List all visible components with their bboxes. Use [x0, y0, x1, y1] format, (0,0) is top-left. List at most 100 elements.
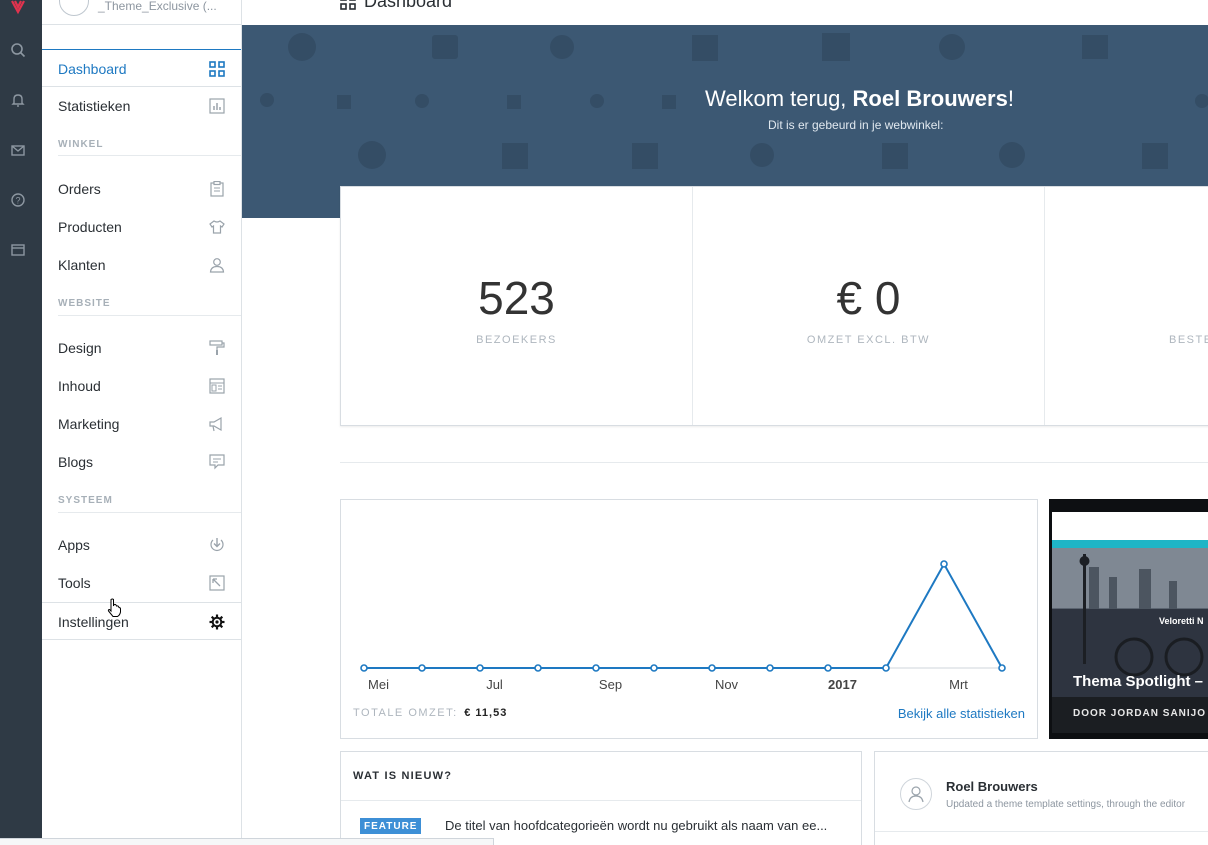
comment-icon	[209, 454, 225, 470]
total-revenue-value: € 11,53	[464, 707, 508, 719]
stat-label: BEZOEKERS	[476, 334, 557, 346]
search-icon[interactable]	[0, 38, 36, 62]
grid-icon	[209, 61, 225, 77]
bell-icon[interactable]	[0, 88, 36, 112]
spotlight-author: DOOR JORDAN SANIJO	[1073, 708, 1207, 719]
theme-preview-caption: Veloretti N	[1159, 616, 1204, 626]
sidebar-item-label: Marketing	[58, 416, 120, 432]
chart-point[interactable]	[824, 664, 832, 672]
sidebar-item-label: Dashboard	[58, 61, 127, 77]
window-icon[interactable]	[0, 238, 36, 262]
sidebar-item-blogs[interactable]: Blogs	[42, 443, 241, 481]
sidebar-item-tools[interactable]: Tools	[42, 564, 241, 602]
stat-revenue[interactable]: € 0 OMZET EXCL. BTW	[693, 187, 1045, 425]
chart-point[interactable]	[882, 664, 890, 672]
megaphone-icon	[209, 416, 222, 432]
stat-label: OMZET EXCL. BTW	[806, 334, 931, 346]
x-tick-label: Nov	[715, 677, 739, 692]
hand-cursor-icon	[106, 598, 122, 623]
x-tick-label: Jul	[486, 677, 503, 692]
view-statistics-link[interactable]: Bekijk alle statistieken	[898, 706, 1025, 721]
sidebar-item-statistieken[interactable]: Statistieken	[42, 87, 241, 125]
revenue-chart-card: Mei Jul Sep Nov 2017 Mrt TOTALE OMZET: € 11,5…	[340, 499, 1038, 739]
total-revenue: TOTALE OMZET: € 11,53	[353, 707, 507, 719]
page-title: Dashboard	[340, 0, 452, 12]
sidebar-item-label: Statistieken	[58, 98, 131, 114]
chart-point[interactable]	[360, 664, 368, 672]
sidebar-item-label: Orders	[58, 181, 101, 197]
sidebar-item-label: Tools	[58, 575, 91, 591]
feature-badge: FEATURE	[360, 818, 422, 834]
stat-label: BESTE	[1169, 334, 1208, 346]
spotlight-title: Thema Spotlight – E	[1073, 673, 1208, 690]
section-label-winkel: WINKEL	[58, 139, 104, 150]
sidebar-item-marketing[interactable]: Marketing	[42, 405, 241, 443]
user-name: Roel Brouwers	[852, 86, 1008, 111]
mail-icon[interactable]	[0, 138, 36, 162]
whats-new-card: WAT IS NIEUW? FEATURE De titel van hoofd…	[340, 751, 862, 845]
expand-icon	[209, 575, 225, 591]
revenue-chart: Mei Jul Sep Nov 2017 Mrt	[360, 560, 1006, 692]
welcome-exclaim: !	[1007, 86, 1014, 111]
stat-value: 523	[478, 272, 555, 324]
section-divider	[875, 831, 1208, 832]
sidebar-item-dashboard[interactable]: Dashboard	[42, 49, 241, 87]
account-switcher[interactable]: _Theme_Exclusive (...	[42, 0, 242, 25]
grid-icon	[340, 0, 356, 11]
download-circle-icon	[210, 538, 224, 551]
theme-spotlight-card[interactable]: Veloretti N Thema Spotlight – E DOOR JOR…	[1049, 499, 1208, 739]
chart-point[interactable]	[766, 664, 774, 672]
user-icon	[908, 786, 924, 803]
chart-point[interactable]	[650, 664, 658, 672]
section-divider	[58, 155, 241, 156]
account-name: _Theme_Exclusive (...	[98, 0, 217, 13]
chart-point[interactable]	[940, 560, 948, 568]
sidebar-item-klanten[interactable]: Klanten	[42, 246, 241, 284]
sidebar-item-orders[interactable]: Orders	[42, 170, 241, 208]
sidebar-item-label: Inhoud	[58, 378, 101, 394]
activity-user-name[interactable]: Roel Brouwers	[946, 779, 1038, 794]
logo-icon[interactable]	[0, 0, 36, 18]
chart-point[interactable]	[476, 664, 484, 672]
section-label-website: WEBSITE	[58, 298, 111, 309]
news-item-title[interactable]: De titel van hoofdcategorieën wordt nu g…	[445, 818, 827, 833]
chart-point[interactable]	[708, 664, 716, 672]
help-icon[interactable]: ?	[0, 188, 36, 212]
welcome-subtitle: Dit is er gebeurd in je webwinkel:	[768, 118, 944, 132]
welcome-greeting: Welkom terug,	[705, 86, 853, 111]
whats-new-heading: WAT IS NIEUW?	[353, 770, 453, 782]
sidebar-item-label: Producten	[58, 219, 122, 235]
sidebar-item-label: Klanten	[58, 257, 106, 273]
section-divider	[58, 512, 241, 513]
x-tick-label: 2017	[828, 677, 857, 692]
sidebar-item-instellingen[interactable]: Instellingen	[42, 602, 241, 640]
welcome-heading: Welkom terug, Roel Brouwers!	[705, 86, 1014, 112]
layout-icon	[209, 378, 225, 394]
sidebar-item-apps[interactable]: Apps	[42, 526, 241, 564]
chart-point[interactable]	[592, 664, 600, 672]
sidebar-item-label: Apps	[58, 537, 90, 553]
chart-point[interactable]	[418, 664, 426, 672]
section-divider	[58, 315, 241, 316]
x-tick-label: Mrt	[949, 677, 968, 692]
gear-icon	[209, 614, 225, 630]
paint-roller-icon	[209, 340, 225, 355]
stat-orders[interactable]: BESTE	[1045, 187, 1208, 425]
chart-point[interactable]	[534, 664, 542, 672]
sidebar-item-inhoud[interactable]: Inhoud	[42, 367, 241, 405]
stat-value: € 0	[836, 272, 901, 324]
activity-description: Updated a theme template settings, throu…	[946, 799, 1186, 810]
avatar	[900, 778, 932, 810]
stat-visitors[interactable]: 523 BEZOEKERS	[341, 187, 693, 425]
chart-point[interactable]	[998, 664, 1006, 672]
section-divider	[340, 462, 1208, 463]
bar-chart-icon	[209, 98, 225, 114]
user-icon	[209, 258, 225, 273]
section-divider	[341, 800, 861, 801]
tshirt-icon	[209, 220, 225, 234]
chart-series-line	[364, 561, 1003, 669]
x-tick-label: Mei	[368, 677, 389, 692]
sidebar-item-producten[interactable]: Producten	[42, 208, 241, 246]
section-label-systeem: SYSTEEM	[58, 495, 113, 506]
sidebar-item-design[interactable]: Design	[42, 329, 241, 367]
